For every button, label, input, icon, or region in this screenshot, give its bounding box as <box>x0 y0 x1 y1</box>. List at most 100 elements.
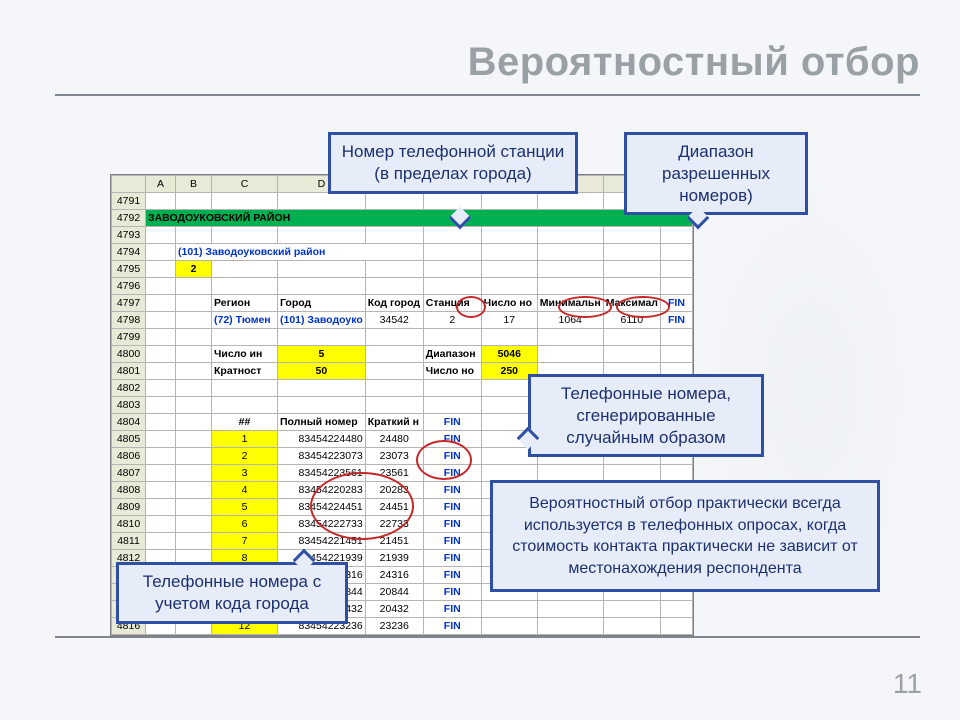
callout-range: Диапазон разрешенных номеров) <box>624 132 808 215</box>
cell <box>146 329 176 346</box>
cell <box>146 227 176 244</box>
cell: 20283 <box>365 482 423 499</box>
row-number: 4808 <box>112 482 146 499</box>
cell <box>146 295 176 312</box>
cell: 6 <box>212 516 278 533</box>
cell: 23236 <box>365 618 423 635</box>
row-number: 4811 <box>112 533 146 550</box>
cell <box>481 618 537 635</box>
cell: Число ин <box>212 346 278 363</box>
cell <box>176 465 212 482</box>
cell <box>146 482 176 499</box>
cell: 83454224480 <box>278 431 366 448</box>
cell: 2 <box>176 261 212 278</box>
cell: 24480 <box>365 431 423 448</box>
cell <box>146 448 176 465</box>
cell <box>365 227 423 244</box>
cell <box>176 431 212 448</box>
cell: (101) Заводоуковский район <box>176 244 424 261</box>
cell <box>537 193 603 210</box>
cell <box>481 329 537 346</box>
cell <box>423 244 481 261</box>
cell <box>423 278 481 295</box>
cell <box>176 533 212 550</box>
cell <box>176 312 212 329</box>
cell: Краткий н <box>365 414 423 431</box>
cell <box>660 346 692 363</box>
cell <box>146 465 176 482</box>
cell: FIN <box>423 584 481 601</box>
cell <box>146 261 176 278</box>
cell: Минимальн <box>537 295 603 312</box>
cell <box>212 397 278 414</box>
row-number: 4797 <box>112 295 146 312</box>
cell <box>146 380 176 397</box>
row-number: 4805 <box>112 431 146 448</box>
cell <box>481 278 537 295</box>
cell <box>365 346 423 363</box>
cell <box>365 193 423 210</box>
cell <box>660 601 692 618</box>
cell <box>481 601 537 618</box>
cell: Код город <box>365 295 423 312</box>
row-number: 4807 <box>112 465 146 482</box>
cell <box>603 244 660 261</box>
cell <box>603 618 660 635</box>
cell: 17 <box>481 312 537 329</box>
cell <box>365 397 423 414</box>
cell: 21939 <box>365 550 423 567</box>
cell <box>537 244 603 261</box>
top-rule <box>55 94 920 96</box>
cell <box>212 380 278 397</box>
cell: FIN <box>423 567 481 584</box>
cell: 1 <box>212 431 278 448</box>
col-header: A <box>146 176 176 193</box>
cell <box>423 227 481 244</box>
cell <box>537 261 603 278</box>
cell <box>660 227 692 244</box>
cell <box>603 601 660 618</box>
cell: 5 <box>212 499 278 516</box>
cell: 24316 <box>365 567 423 584</box>
cell <box>176 346 212 363</box>
cell <box>278 193 366 210</box>
cell: 83454222733 <box>278 516 366 533</box>
callout-range-text: Диапазон разрешенных номеров) <box>662 142 770 205</box>
cell: Регион <box>212 295 278 312</box>
row-number: 4791 <box>112 193 146 210</box>
cell <box>146 414 176 431</box>
cell: 5 <box>278 346 366 363</box>
cell <box>146 312 176 329</box>
cell <box>365 329 423 346</box>
cell <box>176 278 212 295</box>
cell <box>660 261 692 278</box>
cell <box>365 261 423 278</box>
cell <box>365 278 423 295</box>
cell: FIN <box>423 550 481 567</box>
callout-generated: Телефонные номера, сгенерированные случа… <box>528 374 764 457</box>
cell <box>278 261 366 278</box>
cell: 20432 <box>365 601 423 618</box>
cell: Число но <box>481 295 537 312</box>
cell: 4 <box>212 482 278 499</box>
cell <box>423 397 481 414</box>
callout-withcode: Телефонные номера с учетом кода города <box>116 562 348 624</box>
cell: Полный номер <box>278 414 366 431</box>
cell: 2 <box>423 312 481 329</box>
row-number: 4796 <box>112 278 146 295</box>
cell <box>176 516 212 533</box>
cell <box>146 244 176 261</box>
callout-generated-text: Телефонные номера, сгенерированные случа… <box>561 384 731 447</box>
row-number: 4792 <box>112 210 146 227</box>
cell: FIN <box>423 499 481 516</box>
slide-title: Вероятностный отбор <box>468 40 920 85</box>
callout-station: Номер телефонной станции (в пределах гор… <box>328 132 578 194</box>
cell <box>146 278 176 295</box>
cell <box>603 346 660 363</box>
cell <box>146 533 176 550</box>
row-number: 4793 <box>112 227 146 244</box>
row-number: 4799 <box>112 329 146 346</box>
cell: FIN <box>423 482 481 499</box>
cell <box>176 227 212 244</box>
cell: FIN <box>660 312 692 329</box>
